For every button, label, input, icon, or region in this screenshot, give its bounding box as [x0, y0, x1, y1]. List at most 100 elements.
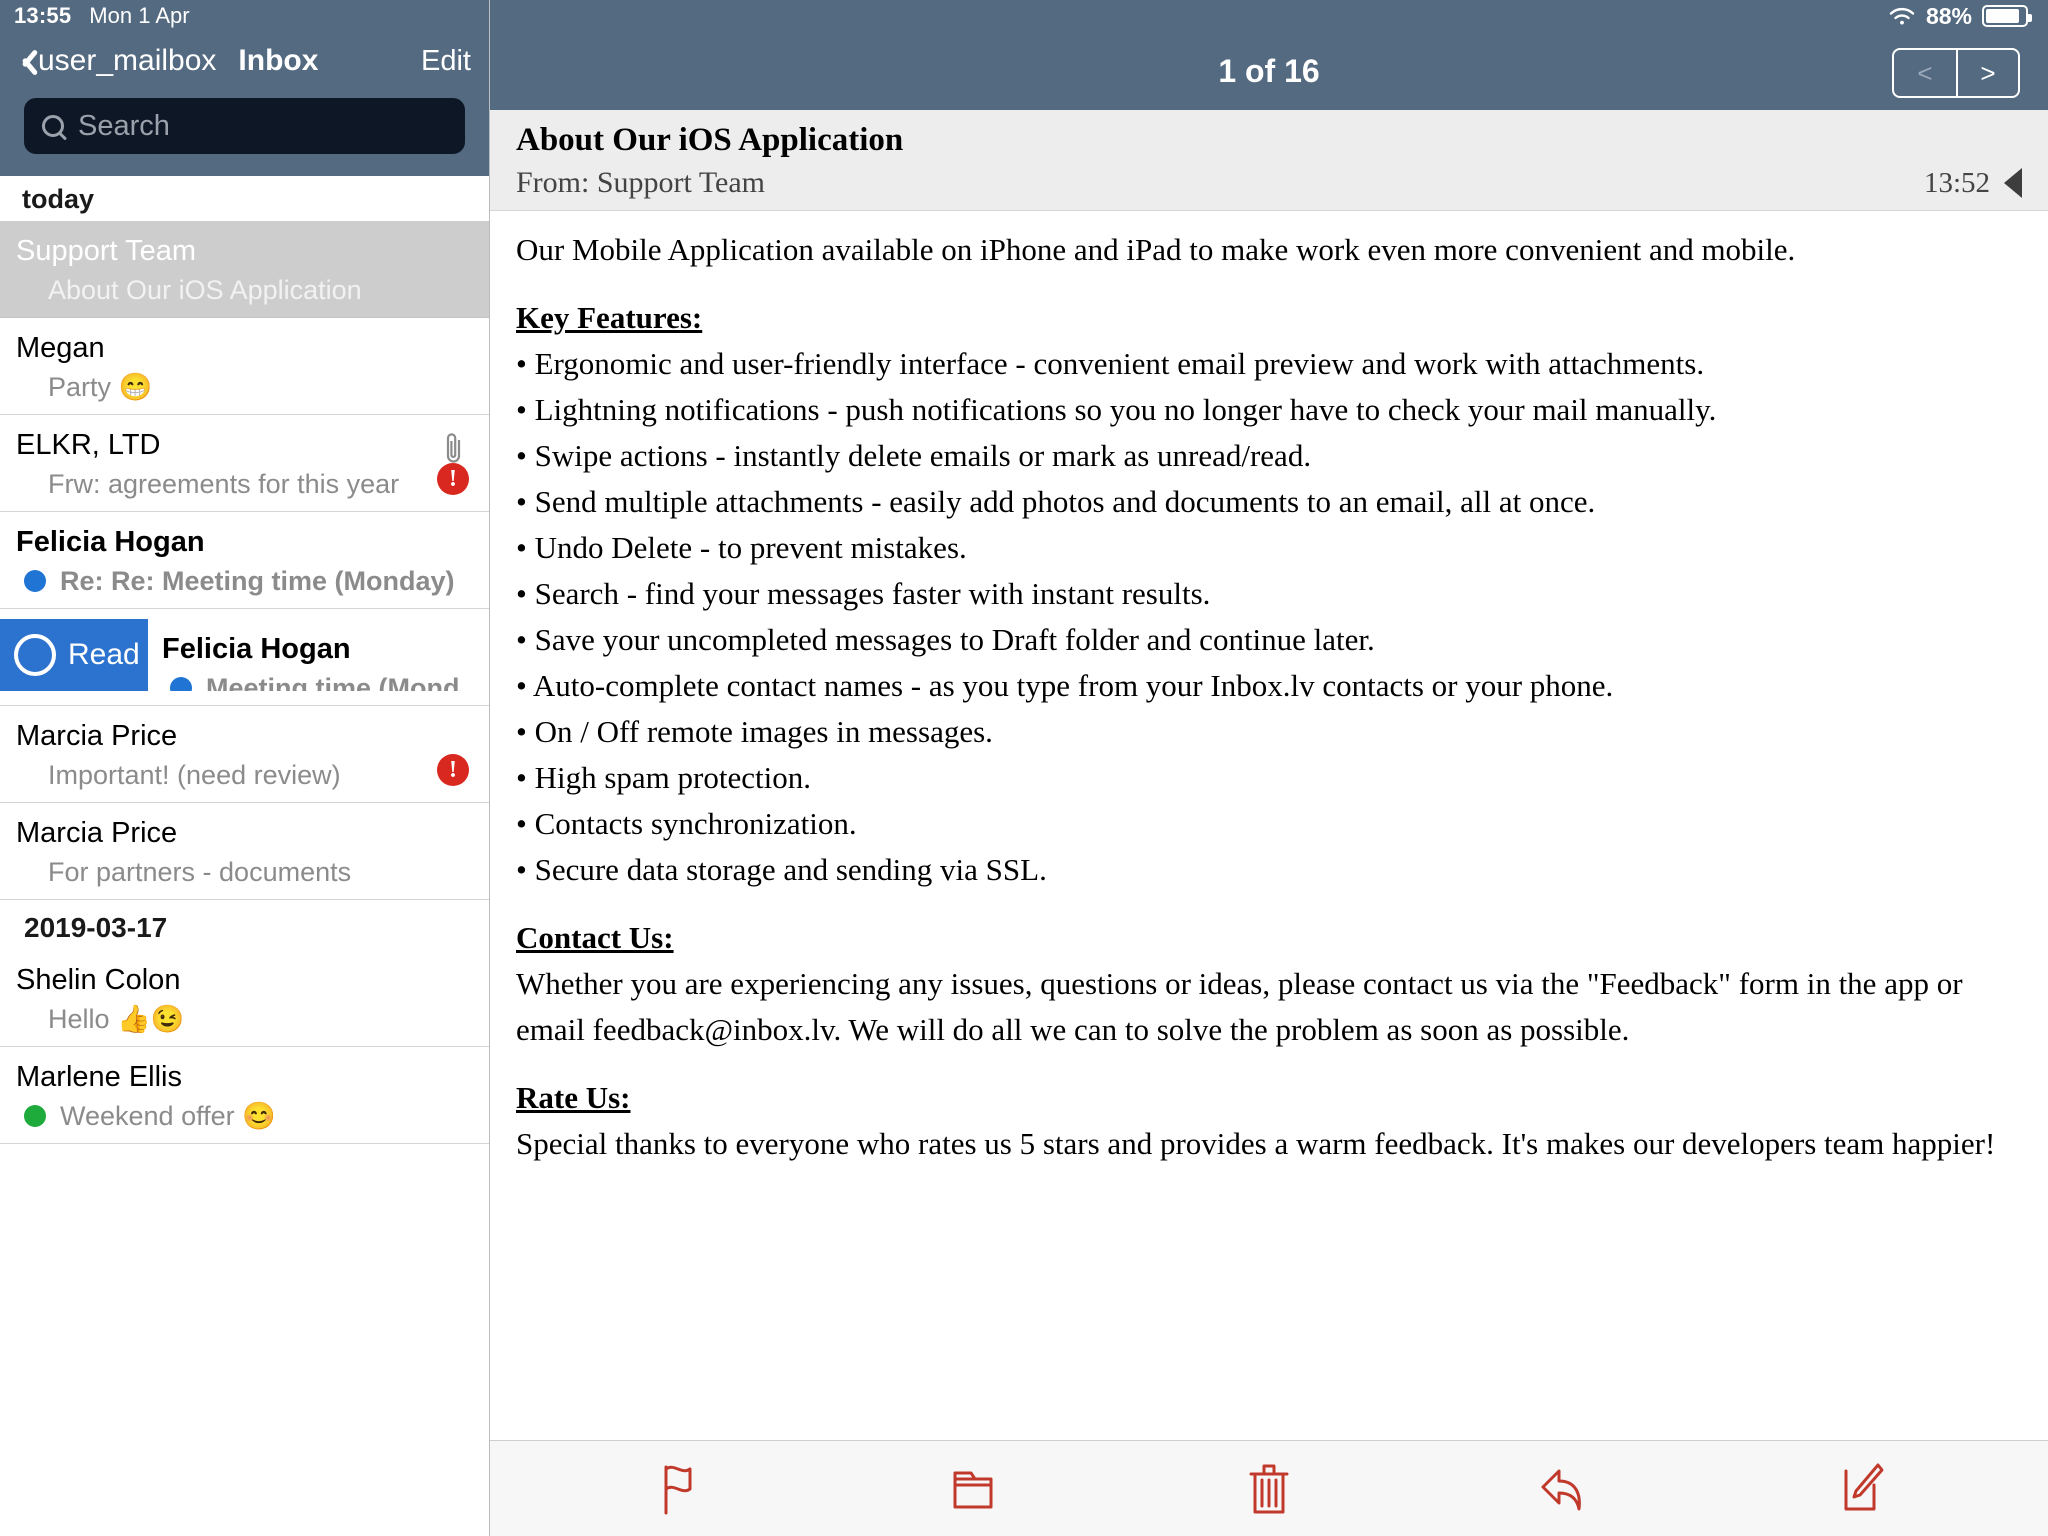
mark-read-swipe-button[interactable]: Read — [0, 619, 148, 691]
status-bar-right: 88% — [490, 0, 2048, 32]
status-date: Mon 1 Apr — [89, 3, 190, 28]
message-content: Felicia Hogan Meeting time (Monday) — [148, 619, 475, 691]
compose-icon — [1834, 1461, 1886, 1517]
important-badge: ! — [437, 754, 469, 786]
chevron-left-icon[interactable] — [10, 44, 36, 78]
message-subject: For partners - documents — [48, 857, 352, 887]
contact-us-heading: Contact Us: — [516, 920, 674, 955]
message-subject-line: Re: Re: Meeting time (Monday) — [16, 562, 475, 600]
page-title: Inbox — [238, 44, 319, 77]
unread-dot-icon — [24, 570, 46, 592]
message-timestamp: 13:52 — [1923, 166, 1990, 199]
message-subject-line: Meeting time (Monday) — [162, 669, 461, 691]
prev-next-segmented-control[interactable]: < > — [1892, 48, 2020, 98]
triangle-left-icon[interactable] — [2004, 168, 2022, 198]
unread-dot-icon — [24, 1105, 46, 1127]
message-detail-pane: 88% 1 of 16 < > About Our iOS Applicatio… — [490, 0, 2048, 1536]
wifi-icon — [1888, 6, 1916, 26]
important-badge: ! — [437, 463, 469, 495]
list-item: • Secure data storage and sending via SS… — [516, 852, 1047, 887]
message-subject-line: For partners - documents — [16, 853, 475, 891]
battery-icon — [1982, 5, 2032, 27]
unread-dot-icon — [170, 677, 192, 691]
message-subject-line: Party 😁 — [16, 368, 475, 406]
message-sender: ELKR, LTD — [16, 429, 161, 461]
message-sender: Felicia Hogan — [16, 526, 205, 558]
list-item: • Auto-complete contact names - as you t… — [516, 668, 1614, 703]
message-body: Our Mobile Application available on iPho… — [490, 211, 2048, 1440]
message-subject: Important! (need review) — [48, 760, 341, 790]
message-subject-title: About Our iOS Application — [516, 122, 904, 158]
key-features-heading: Key Features: — [516, 300, 703, 335]
sidebar-navbar: user_mailbox Inbox Edit — [0, 32, 489, 90]
list-item-swiped[interactable]: Read Felicia Hogan Meeting time (Monday) — [0, 609, 489, 706]
list-item: • Swipe actions - instantly delete email… — [516, 438, 1312, 473]
message-subject-line: Hello 👍😉 — [16, 1000, 475, 1038]
list-item: • High spam protection. — [516, 760, 811, 795]
list-item[interactable]: ELKR, LTD Frw: agreements for this year … — [0, 415, 489, 512]
message-sender-label: From: Support Team — [516, 166, 766, 199]
list-item[interactable]: Shelin Colon Hello 👍😉 — [0, 950, 489, 1047]
swipe-action-label: Read — [68, 638, 140, 671]
delete-button[interactable] — [1234, 1458, 1304, 1520]
message-subject-line: About Our iOS Application — [16, 271, 475, 309]
message-counter: 1 of 16 — [1218, 52, 1320, 89]
back-account-label[interactable]: user_mailbox — [38, 44, 216, 78]
message-subject: About Our iOS Application — [48, 275, 362, 305]
reply-icon — [1537, 1463, 1593, 1515]
list-item: • Search - find your messages faster wit… — [516, 576, 1211, 611]
mailbox-sidebar: 13:55 Mon 1 Apr user_mailbox Inbox Edit … — [0, 0, 490, 1536]
list-item[interactable]: Marcia Price For partners - documents — [0, 803, 489, 900]
compose-button[interactable] — [1825, 1458, 1895, 1520]
message-subject: Frw: agreements for this year — [48, 469, 400, 499]
list-item[interactable]: Support Team About Our iOS Application — [0, 221, 489, 318]
section-header-date: 2019-03-17 — [0, 900, 489, 950]
list-item: • Send multiple attachments - easily add… — [516, 484, 1596, 519]
rate-us-text: Special thanks to everyone who rates us … — [516, 1126, 1996, 1161]
previous-message-button[interactable]: < — [1894, 50, 1956, 96]
message-subject: Re: Re: Meeting time (Monday) — [60, 566, 455, 596]
message-subject-line: Important! (need review) — [16, 756, 475, 794]
unread-circle-icon — [14, 634, 56, 676]
message-header: About Our iOS Application From: Support … — [490, 110, 2048, 211]
message-subject: Weekend offer 😊 — [60, 1101, 276, 1131]
list-item[interactable]: Marcia Price Important! (need review) ! — [0, 706, 489, 803]
mail-app: 13:55 Mon 1 Apr user_mailbox Inbox Edit … — [0, 0, 2048, 1536]
trash-icon — [1244, 1460, 1294, 1518]
message-sender: Felicia Hogan — [162, 633, 351, 665]
list-item: • Lightning notifications - push notific… — [516, 392, 1717, 427]
list-item[interactable]: Megan Party 😁 — [0, 318, 489, 415]
move-to-folder-button[interactable] — [938, 1458, 1008, 1520]
message-subject-line: Frw: agreements for this year — [16, 465, 475, 503]
message-toolbar — [490, 1440, 2048, 1536]
status-bar-left: 13:55 Mon 1 Apr — [0, 0, 489, 32]
message-sender: Marcia Price — [16, 817, 178, 849]
list-item[interactable]: Felicia Hogan Re: Re: Meeting time (Mond… — [0, 512, 489, 609]
message-sender: Shelin Colon — [16, 964, 181, 996]
section-header-today: today — [0, 176, 489, 221]
list-item: • Ergonomic and user-friendly interface … — [516, 346, 1705, 381]
edit-button[interactable]: Edit — [421, 45, 471, 78]
message-subject: Meeting time (Monday) — [206, 673, 461, 691]
reply-button[interactable] — [1530, 1458, 1600, 1520]
search-input[interactable]: Search — [24, 98, 465, 154]
message-meta: From: Support Team 13:52 — [516, 162, 2022, 206]
rate-us-heading: Rate Us: — [516, 1080, 631, 1115]
next-message-button[interactable]: > — [1956, 50, 2018, 96]
search-container: Search — [0, 90, 489, 176]
message-subject-line: Weekend offer 😊 — [16, 1097, 475, 1135]
body-intro: Our Mobile Application available on iPho… — [516, 232, 1796, 267]
list-item[interactable]: Marlene Ellis Weekend offer 😊 — [0, 1047, 489, 1144]
message-list[interactable]: today Support Team About Our iOS Applica… — [0, 176, 489, 1536]
message-subject: Party 😁 — [48, 372, 153, 402]
flag-button[interactable] — [643, 1458, 713, 1520]
list-item: • Save your uncompleted messages to Draf… — [516, 622, 1375, 657]
features-list: • Ergonomic and user-friendly interface … — [516, 341, 2022, 893]
sidebar-chrome: 13:55 Mon 1 Apr user_mailbox Inbox Edit … — [0, 0, 489, 176]
message-subject: Hello 👍😉 — [48, 1004, 185, 1034]
attachment-icon — [443, 431, 465, 465]
status-time: 13:55 — [14, 3, 72, 28]
flag-icon — [654, 1461, 702, 1517]
